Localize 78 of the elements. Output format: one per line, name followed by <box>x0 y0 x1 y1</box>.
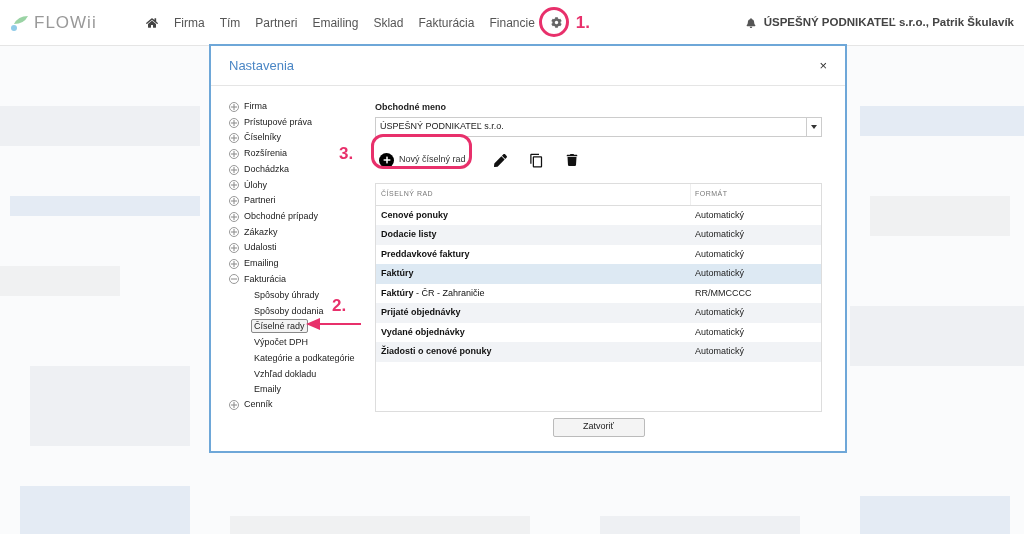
table-cell-text: Automatický <box>694 228 745 241</box>
table-cell-text: RR/MMCCCC <box>694 286 752 300</box>
table-row[interactable]: Žiadosti o cenové ponuky Automatický <box>376 342 821 362</box>
table-cell-text: Automatický <box>694 267 745 280</box>
tree-item[interactable]: Prístupové práva <box>244 115 313 130</box>
table-cell-text: Prijaté objednávky <box>380 306 462 319</box>
nav-link[interactable]: Sklad <box>373 13 404 32</box>
tree-item[interactable]: Emailing <box>244 256 279 271</box>
bell-icon[interactable] <box>745 17 756 28</box>
close-button[interactable]: Zatvoriť <box>552 417 645 437</box>
expand-icon[interactable] <box>229 164 239 175</box>
tree-item[interactable]: Kategórie a podkategórie <box>251 350 358 365</box>
tree-item[interactable]: Obchodné prípady <box>244 209 319 224</box>
tree-item[interactable]: Zákazky <box>244 225 278 240</box>
tree-item[interactable]: Firma <box>244 100 267 114</box>
home-icon[interactable] <box>146 16 158 29</box>
pointer-arrow <box>306 317 361 331</box>
expand-icon[interactable] <box>229 227 239 238</box>
expand-icon[interactable] <box>229 211 239 222</box>
table-cell-text: Dodacie listy <box>380 228 438 241</box>
annotation-number: 1. <box>575 11 590 34</box>
tree-item[interactable]: Číselníky <box>244 131 281 145</box>
expand-icon[interactable] <box>229 148 239 159</box>
field-label: Obchodné meno <box>375 101 447 114</box>
tree-item[interactable]: Fakturácia <box>244 272 287 287</box>
expand-icon[interactable] <box>229 399 239 410</box>
table-cell-text: Faktúry - ČR - Zahraničie <box>380 286 486 300</box>
table-row[interactable]: Dodacie listy Automatický <box>376 225 821 245</box>
nav-link[interactable]: Partneri <box>255 13 298 32</box>
user-name[interactable]: ÚSPEŠNÝ PODNIKATEĽ s.r.o., Patrik Škulavík <box>763 13 1014 32</box>
new-series-button[interactable]: Nový číselný rad <box>375 148 474 172</box>
expand-icon[interactable] <box>229 133 239 144</box>
copy-icon[interactable] <box>528 152 544 168</box>
delete-icon[interactable] <box>565 154 578 166</box>
expand-icon[interactable] <box>229 243 239 254</box>
tree-item[interactable]: Emaily <box>251 382 284 397</box>
tree-item[interactable]: Číselné rady <box>251 319 308 334</box>
expand-icon[interactable] <box>229 117 239 128</box>
tree-item[interactable]: Rozšírenia <box>244 147 288 161</box>
logo-text: FLOWii <box>34 11 97 34</box>
nav-link[interactable]: Emailing <box>312 13 359 32</box>
table-cell-text: Vydané objednávky <box>380 325 466 339</box>
tree-item[interactable]: Partneri <box>244 194 276 208</box>
table-cell-text: Automatický <box>694 306 745 319</box>
tree-item[interactable]: Spôsoby dodania <box>251 303 327 318</box>
table-cell-text: Automatický <box>694 247 745 261</box>
edit-icon[interactable] <box>493 153 507 167</box>
table-row[interactable]: Prijaté objednávky Automatický <box>376 303 821 323</box>
table-row[interactable]: Faktúry Automatický <box>376 264 821 284</box>
caret-icon <box>811 124 817 129</box>
settings-icon[interactable] <box>550 17 562 28</box>
table-cell-text: Automatický <box>694 325 745 339</box>
tree-item[interactable]: Úlohy <box>244 178 267 193</box>
company-select[interactable]: ÚSPEŠNÝ PODNIKATEĽ s.r.o. <box>375 116 822 137</box>
annotation-number: 3. <box>339 143 354 165</box>
expand-icon[interactable] <box>229 101 239 112</box>
tree-item[interactable]: Spôsoby úhrady <box>251 288 323 303</box>
nav-link[interactable]: Financie <box>489 13 535 32</box>
nav-link[interactable]: Fakturácia <box>418 13 475 32</box>
table-cell-text: Žiadosti o cenové ponuky <box>380 345 493 358</box>
table-cell-text: Faktúry <box>380 267 415 280</box>
tree-item[interactable]: Cenník <box>244 398 273 412</box>
table-cell-text: Automatický <box>694 208 745 222</box>
table-cell-text: Cenové ponuky <box>380 208 449 222</box>
tree-item[interactable]: Vzhľad dokladu <box>251 366 320 381</box>
close-icon[interactable]: × <box>819 55 827 76</box>
nav-link[interactable]: Firma <box>174 13 205 32</box>
tree-item[interactable]: Udalosti <box>244 241 277 255</box>
expand-icon[interactable] <box>229 180 239 191</box>
annotation-number: 2. <box>332 295 347 317</box>
expand-icon[interactable] <box>229 195 239 206</box>
tree-item[interactable]: Dochádzka <box>244 162 290 177</box>
table-cell-text: Preddavkové faktury <box>380 247 471 261</box>
expand-icon[interactable] <box>229 258 239 269</box>
table-cell-text: Automatický <box>694 345 745 358</box>
tree-item[interactable]: Výpočet DPH <box>251 335 312 350</box>
nav-link[interactable]: Tím <box>219 13 241 32</box>
dialog-title: Nastavenia <box>229 56 295 75</box>
